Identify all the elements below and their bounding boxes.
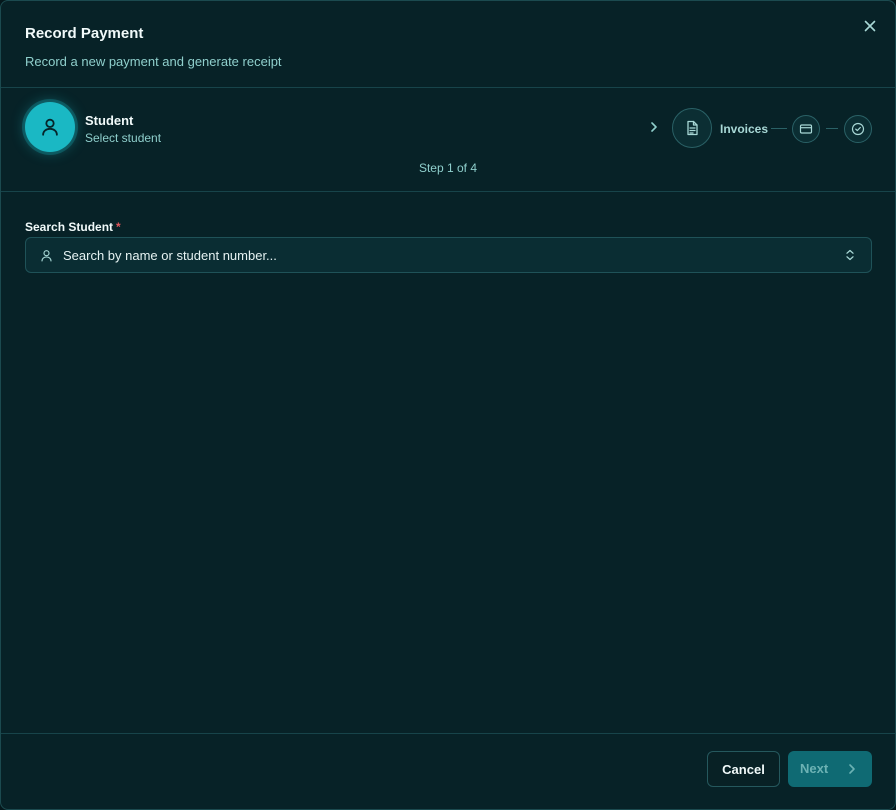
required-marker: * — [116, 220, 121, 234]
student-search-combobox[interactable]: Search by name or student number... — [25, 237, 872, 273]
step-student-label: Student — [85, 113, 134, 128]
chevron-right-icon — [651, 122, 657, 132]
search-student-label-text: Search Student — [25, 220, 114, 234]
credit-card-icon — [799, 124, 813, 134]
step-invoices-label: Invoices — [720, 122, 769, 136]
close-icon — [864, 20, 876, 32]
dialog-header: Record Payment Record a new payment and … — [1, 1, 895, 88]
step-student-description: Select student — [85, 131, 162, 145]
step-payment[interactable] — [792, 115, 820, 143]
dialog-footer: Cancel Next — [1, 733, 895, 809]
step-progress-text: Step 1 of 4 — [418, 161, 478, 175]
document-icon — [687, 120, 698, 136]
step-connector — [826, 128, 838, 129]
step-confirm[interactable] — [844, 115, 872, 143]
close-button[interactable] — [861, 17, 879, 35]
next-button-label: Next — [800, 761, 829, 776]
dialog-subtitle: Record a new payment and generate receip… — [25, 54, 282, 69]
step-connector — [771, 128, 787, 129]
payment-stepper: Student Select student Invoices Step 1 o… — [1, 88, 895, 192]
search-student-label: Search Student * — [25, 220, 121, 234]
cancel-button[interactable]: Cancel — [707, 751, 780, 787]
step-invoices[interactable] — [672, 108, 712, 148]
record-payment-dialog: Record Payment Record a new payment and … — [0, 0, 896, 810]
chevrons-up-down-icon — [846, 249, 854, 261]
next-button[interactable]: Next — [788, 751, 872, 787]
user-icon — [41, 250, 52, 262]
dialog-title: Record Payment — [25, 25, 144, 42]
step-student[interactable] — [25, 102, 75, 152]
user-icon — [42, 118, 58, 136]
check-circle-icon — [851, 122, 865, 136]
chevron-right-icon — [849, 764, 855, 774]
search-placeholder: Search by name or student number... — [63, 248, 277, 263]
